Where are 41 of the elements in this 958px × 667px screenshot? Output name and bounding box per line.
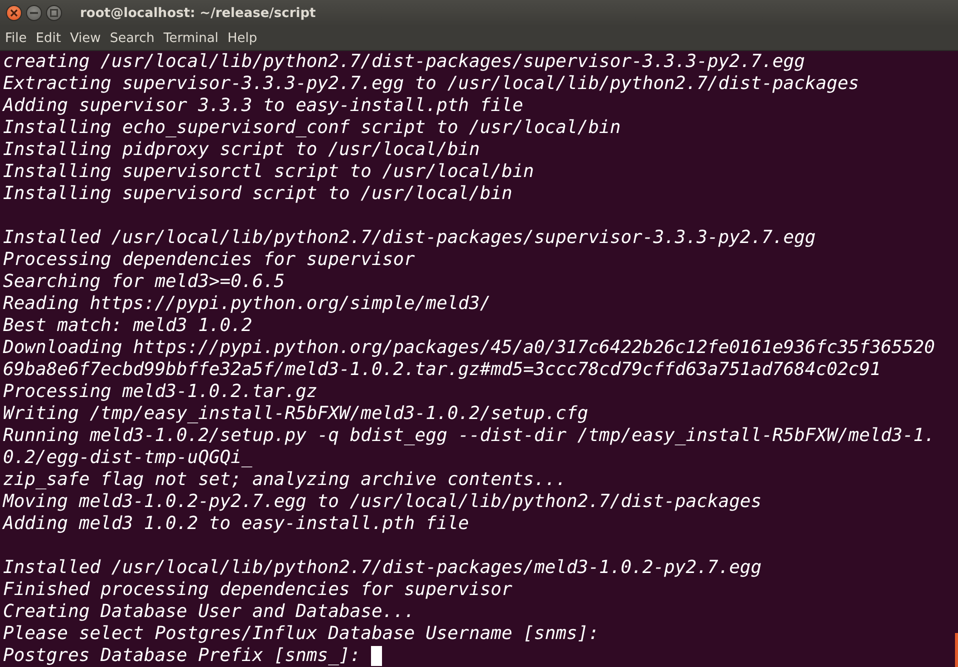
terminal-line: Downloading https://pypi.python.org/packages/45/a0/317c6422b26c12fe0161e936fc35f365520 (3, 337, 936, 359)
close-button[interactable] (6, 5, 22, 21)
terminal-line: 0.2/egg-dist-tmp-uQGQi_ (3, 447, 254, 469)
terminal-line: Reading https://pypi.python.org/simple/meld3/ (3, 293, 492, 315)
terminal-line: Writing /tmp/easy_install-R5bFXW/meld3-1.0.2/setup.cfg (3, 403, 590, 425)
terminal-line: Processing meld3-1.0.2.tar.gz (3, 381, 318, 403)
terminal-line: Installing supervisord script to /usr/local/bin (3, 183, 514, 205)
menu-item[interactable]: Search (110, 30, 154, 46)
terminal-line: Running meld3-1.0.2/setup.py -q bdist_egg --dist-dir /tmp/easy_install-R5bFXW/meld3-1. (3, 425, 936, 447)
minimize-icon (30, 12, 38, 14)
terminal-line: Installed /usr/local/lib/python2.7/dist-packages/supervisor-3.3.3-py2.7.egg (3, 227, 817, 249)
terminal-line: Moving meld3-1.0.2-py2.7.egg to /usr/local/lib/python2.7/dist-packages (3, 491, 763, 513)
terminal-line: Installing supervisorctl script to /usr/local/bin (3, 161, 536, 183)
maximize-icon (50, 9, 58, 17)
terminal-line: Adding supervisor 3.3.3 to easy-install.pth file (3, 95, 524, 117)
terminal-line: Please select Postgres/Influx Database Username [snms]: (3, 623, 600, 645)
terminal-line: Best match: meld3 1.0.2 (3, 315, 254, 337)
terminal-line: 69ba8e6f7ecbd99bbffe32a5f/meld3-1.0.2.tar.gz#md5=3ccc78cd79cffd63a751ad7684c02c91 (3, 359, 882, 381)
close-icon (10, 9, 18, 17)
text-cursor (371, 646, 382, 666)
menu-item[interactable]: View (70, 30, 101, 46)
terminal-line: Installing echo_supervisord_conf script to /usr/local/bin (3, 117, 622, 139)
menu-item[interactable]: Edit (36, 30, 61, 46)
terminal-line: Creating Database User and Database... (3, 601, 416, 623)
menu-item[interactable]: Help (227, 30, 258, 46)
scroll-indicator (955, 633, 958, 667)
minimize-button[interactable] (26, 5, 42, 21)
terminal-line: zip_safe flag not set; analyzing archive contents... (3, 469, 568, 491)
terminal-line: Finished processing dependencies for supervisor (3, 579, 514, 601)
prompt-text: Postgres Database Prefix [snms_]: (3, 645, 362, 667)
terminal-line: Processing dependencies for supervisor (3, 249, 416, 271)
window-title: root@localhost: ~/release/script (80, 6, 316, 20)
terminal-line: creating /usr/local/lib/python2.7/dist-packages/supervisor-3.3.3-py2.7.egg (3, 51, 806, 73)
menu-item[interactable]: Terminal (163, 30, 218, 46)
terminal-line: Installed /usr/local/lib/python2.7/dist-packages/meld3-1.0.2-py2.7.egg (3, 557, 763, 579)
menu-item[interactable]: File (5, 30, 27, 46)
terminal-line: Installing pidproxy script to /usr/local/bin (3, 139, 481, 161)
terminal-line: Adding meld3 1.0.2 to easy-install.pth file (3, 513, 470, 535)
terminal-line: Extracting supervisor-3.3.3-py2.7.egg to /usr/local/lib/python2.7/dist-packages (3, 73, 860, 95)
maximize-button[interactable] (46, 5, 62, 21)
terminal-line: Searching for meld3>=0.6.5 (3, 271, 286, 293)
